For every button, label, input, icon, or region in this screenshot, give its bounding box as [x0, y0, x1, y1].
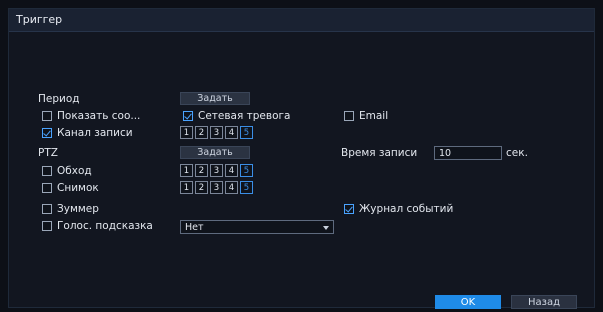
snapshot-row[interactable]: Снимок	[42, 181, 99, 195]
record-channel-5[interactable]: 5	[240, 126, 253, 139]
email-label: Email	[359, 110, 389, 122]
email-row[interactable]: Email	[344, 109, 388, 123]
trigger-dialog: Триггер Период Задать Показать соо... Се…	[8, 8, 595, 309]
buzzer-label: Зуммер	[57, 203, 99, 215]
period-set-button[interactable]: Задать	[180, 92, 250, 105]
record-channel-row[interactable]: Канал записи	[42, 126, 133, 140]
record-channel-selector: 1 2 3 4 5	[180, 126, 253, 139]
period-row: Период	[38, 92, 80, 106]
tour-checkbox[interactable]	[42, 166, 52, 176]
snapshot-label: Снимок	[57, 182, 99, 194]
email-checkbox[interactable]	[344, 111, 354, 121]
buzzer-row[interactable]: Зуммер	[42, 202, 99, 216]
record-channel-1[interactable]: 1	[180, 126, 193, 139]
network-alarm-row[interactable]: Сетевая тревога	[183, 109, 290, 123]
ptz-set-button[interactable]: Задать	[180, 146, 250, 159]
voice-prompt-row[interactable]: Голос. подсказка	[42, 219, 153, 233]
snapshot-channel-5[interactable]: 5	[240, 181, 253, 194]
voice-prompt-checkbox[interactable]	[42, 221, 52, 231]
snapshot-checkbox[interactable]	[42, 183, 52, 193]
tour-channel-3[interactable]: 3	[210, 164, 223, 177]
snapshot-channel-selector: 1 2 3 4 5	[180, 181, 253, 194]
voice-prompt-selected-value: Нет	[185, 221, 204, 233]
chevron-down-icon	[323, 226, 329, 230]
tour-row[interactable]: Обход	[42, 164, 92, 178]
record-channel-2[interactable]: 2	[195, 126, 208, 139]
network-alarm-label: Сетевая тревога	[198, 110, 291, 122]
record-time-row: Время записи	[341, 146, 417, 160]
record-channel-checkbox[interactable]	[42, 128, 52, 138]
dialog-titlebar: Триггер	[9, 9, 594, 32]
show-message-checkbox[interactable]	[42, 111, 52, 121]
ptz-row: PTZ	[38, 146, 58, 160]
record-channel-4[interactable]: 4	[225, 126, 238, 139]
event-log-row[interactable]: Журнал событий	[344, 202, 453, 216]
tour-channel-2[interactable]: 2	[195, 164, 208, 177]
record-time-label: Время записи	[341, 147, 418, 159]
show-message-row[interactable]: Показать соо...	[42, 109, 140, 123]
record-channel-3[interactable]: 3	[210, 126, 223, 139]
record-time-unit: сек.	[506, 147, 528, 159]
tour-label: Обход	[57, 165, 92, 177]
snapshot-channel-4[interactable]: 4	[225, 181, 238, 194]
snapshot-channel-1[interactable]: 1	[180, 181, 193, 194]
snapshot-channel-2[interactable]: 2	[195, 181, 208, 194]
snapshot-channel-3[interactable]: 3	[210, 181, 223, 194]
record-time-unit-row: сек.	[506, 146, 528, 160]
tour-channel-1[interactable]: 1	[180, 164, 193, 177]
network-alarm-checkbox[interactable]	[183, 111, 193, 121]
buzzer-checkbox[interactable]	[42, 204, 52, 214]
dialog-title: Триггер	[16, 13, 63, 26]
record-channel-label: Канал записи	[57, 127, 133, 139]
period-label: Период	[38, 93, 80, 105]
tour-channel-5[interactable]: 5	[240, 164, 253, 177]
event-log-checkbox[interactable]	[344, 204, 354, 214]
tour-channel-selector: 1 2 3 4 5	[180, 164, 253, 177]
back-button[interactable]: Назад	[511, 295, 577, 309]
event-log-label: Журнал событий	[359, 203, 454, 215]
record-time-input[interactable]: 10	[434, 146, 502, 160]
show-message-label: Показать соо...	[57, 110, 141, 122]
tour-channel-4[interactable]: 4	[225, 164, 238, 177]
ok-button[interactable]: OK	[435, 295, 501, 309]
voice-prompt-select[interactable]: Нет	[180, 220, 334, 234]
ptz-label: PTZ	[38, 147, 58, 159]
voice-prompt-label: Голос. подсказка	[57, 220, 153, 232]
